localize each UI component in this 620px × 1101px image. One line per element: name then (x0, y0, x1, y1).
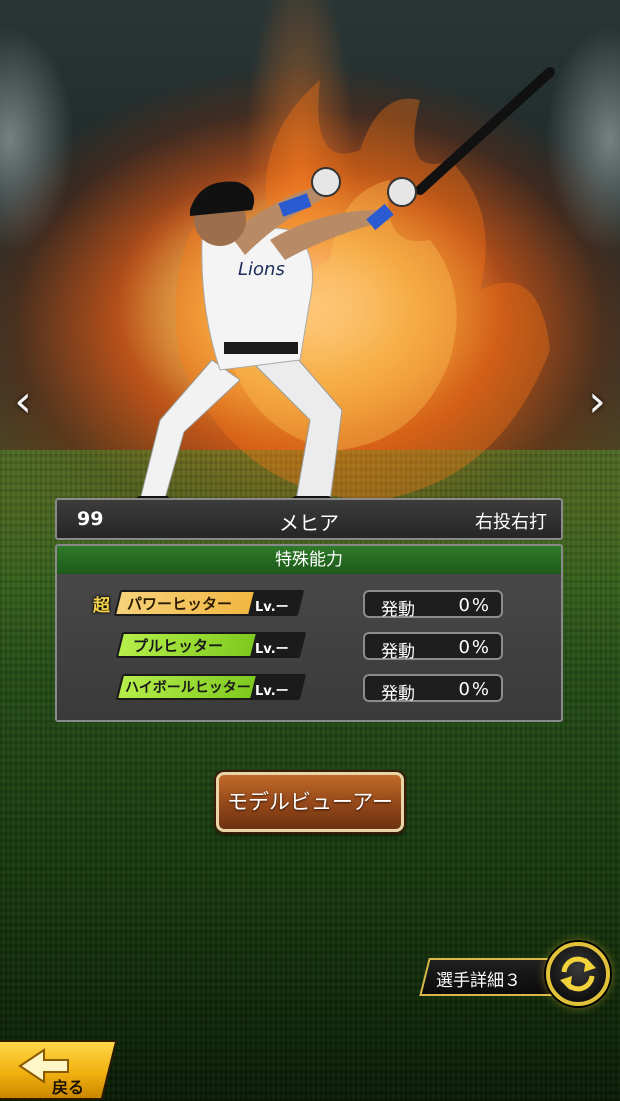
ability-level: Lv.ー (255, 600, 289, 615)
activation-rate: 発動 0% (363, 590, 503, 620)
throw-bat-hand: 右投右打 (475, 512, 547, 533)
player-detail-label: 選手詳細３ (436, 971, 521, 991)
activation-percent: 0% (458, 679, 491, 700)
activation-rate: 発動 0% (363, 632, 503, 662)
abilities-header: 特殊能力 (57, 546, 561, 574)
ability-row: 超 パワーヒッター Lv.ー 発動 0% (57, 590, 561, 620)
ability-name: ハイボールヒッター (125, 680, 251, 696)
ability-level: Lv.ー (255, 642, 289, 657)
activation-percent: 0% (458, 637, 491, 658)
back-label: 戻る (52, 1078, 85, 1097)
ability-name: プルヒッター (133, 637, 224, 655)
swap-arrows-icon[interactable] (546, 942, 610, 1006)
ability-row: プルヒッター Lv.ー 発動 0% (57, 632, 561, 662)
activation-rate: 発動 0% (363, 674, 503, 704)
model-viewer-button[interactable]: モデルビューアー (216, 772, 404, 832)
activation-label: 発動 (381, 684, 415, 704)
activation-label: 発動 (381, 642, 415, 662)
super-rank-badge: 超 (93, 596, 110, 616)
ability-level: Lv.ー (255, 684, 289, 699)
ability-row: ハイボールヒッター Lv.ー 発動 0% (57, 674, 561, 704)
chevron-left-icon[interactable]: ‹ (6, 378, 40, 426)
activation-percent: 0% (458, 595, 491, 616)
back-button[interactable]: 戻る (0, 1036, 118, 1101)
ability-name: パワーヒッター (127, 595, 233, 613)
player-info-bar: 99 メヒア 右投右打 (55, 498, 563, 540)
player-image: Lions (136, 67, 555, 508)
player-detail-button[interactable]: 選手詳細３ (419, 958, 565, 996)
chevron-right-icon[interactable]: › (580, 378, 614, 426)
special-abilities-panel: 特殊能力 超 パワーヒッター Lv.ー 発動 0% プルヒッター Lv.ー 発動… (55, 544, 563, 722)
activation-label: 発動 (381, 600, 415, 620)
svg-text:Lions: Lions (238, 259, 285, 280)
